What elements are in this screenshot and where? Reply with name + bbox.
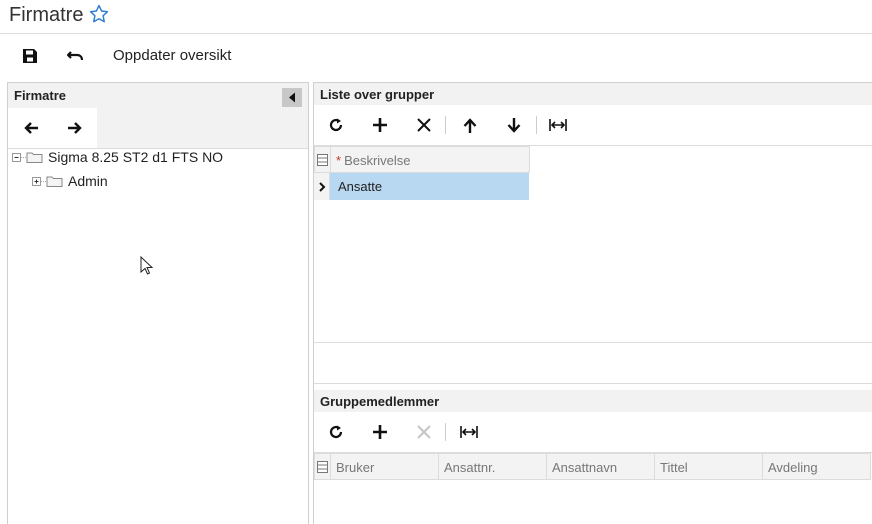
move-up-icon[interactable]: [460, 115, 480, 135]
tree-nav-spacer: [97, 108, 308, 148]
column-label: Beskrivelse: [344, 152, 411, 168]
column-header-ansattnr[interactable]: Ansattnr.: [439, 454, 547, 480]
title-bar: Firmatre: [0, 0, 872, 34]
members-section-header: Gruppemedlemmer: [314, 390, 872, 412]
delete-icon[interactable]: [414, 115, 434, 135]
move-down-icon[interactable]: [504, 115, 524, 135]
arrow-left-icon[interactable]: [21, 118, 41, 138]
toolbar-separator: [536, 116, 537, 134]
row-pointer-icon: [314, 173, 330, 200]
divider: [314, 383, 872, 384]
add-icon[interactable]: [370, 422, 390, 442]
collapse-panel-button[interactable]: [282, 88, 302, 107]
save-icon[interactable]: [20, 46, 40, 66]
cell-beskrivelse[interactable]: Ansatte: [330, 173, 529, 200]
column-chooser-icon[interactable]: [315, 454, 331, 480]
company-tree-panel: Firmatre Sigma 8.25 ST2 d1 FTS NO Admin: [7, 82, 309, 524]
tree-node-label: Admin: [68, 173, 108, 189]
tree-nav-toolbar: [8, 108, 97, 148]
fit-columns-icon[interactable]: [548, 115, 568, 135]
collapse-folder-icon: [12, 152, 43, 163]
tree-node-admin[interactable]: Admin: [32, 173, 108, 189]
page-title: Firmatre: [9, 4, 84, 26]
toolbar-separator: [445, 423, 446, 441]
refresh-overview-button[interactable]: Oppdater oversikt: [113, 47, 231, 64]
mouse-cursor-icon: [140, 255, 154, 281]
members-section-title: Gruppemedlemmer: [320, 394, 440, 409]
add-icon[interactable]: [370, 115, 390, 135]
groups-section-header: Liste over grupper: [314, 83, 872, 105]
column-header-ansattnavn[interactable]: Ansattnavn: [547, 454, 655, 480]
refresh-icon[interactable]: [326, 115, 346, 135]
expand-folder-icon: [32, 176, 63, 187]
table-row[interactable]: Ansatte: [314, 173, 530, 201]
column-header-bruker[interactable]: Bruker: [331, 454, 439, 480]
groups-grid-header: * Beskrivelse: [314, 146, 530, 173]
column-header-beskrivelse[interactable]: * Beskrivelse: [331, 147, 530, 173]
undo-icon[interactable]: [66, 46, 86, 66]
column-chooser-icon[interactable]: [315, 147, 331, 173]
toolbar-separator: [445, 116, 446, 134]
tree-node-company[interactable]: Sigma 8.25 ST2 d1 FTS NO: [12, 149, 223, 165]
favorite-star-icon[interactable]: [88, 3, 110, 25]
tree-node-label: Sigma 8.25 ST2 d1 FTS NO: [48, 149, 224, 165]
refresh-icon[interactable]: [326, 422, 346, 442]
delete-icon-disabled: [414, 422, 434, 442]
details-panel: Liste over grupper *Beskrivelse Ansatte: [313, 82, 872, 524]
groups-section-title: Liste over grupper: [320, 87, 435, 102]
column-header-avdeling[interactable]: Avdeling: [763, 454, 871, 480]
members-grid-header: Bruker Ansattnr. Ansattnavn Tittel Avdel…: [314, 453, 871, 480]
column-header-tittel[interactable]: Tittel: [655, 454, 763, 480]
left-panel-header: Firmatre: [8, 83, 308, 108]
arrow-right-icon[interactable]: [65, 118, 85, 138]
divider: [314, 342, 872, 343]
required-marker: *: [336, 152, 342, 168]
fit-columns-icon[interactable]: [459, 422, 479, 442]
left-panel-title: Firmatre: [14, 88, 67, 103]
